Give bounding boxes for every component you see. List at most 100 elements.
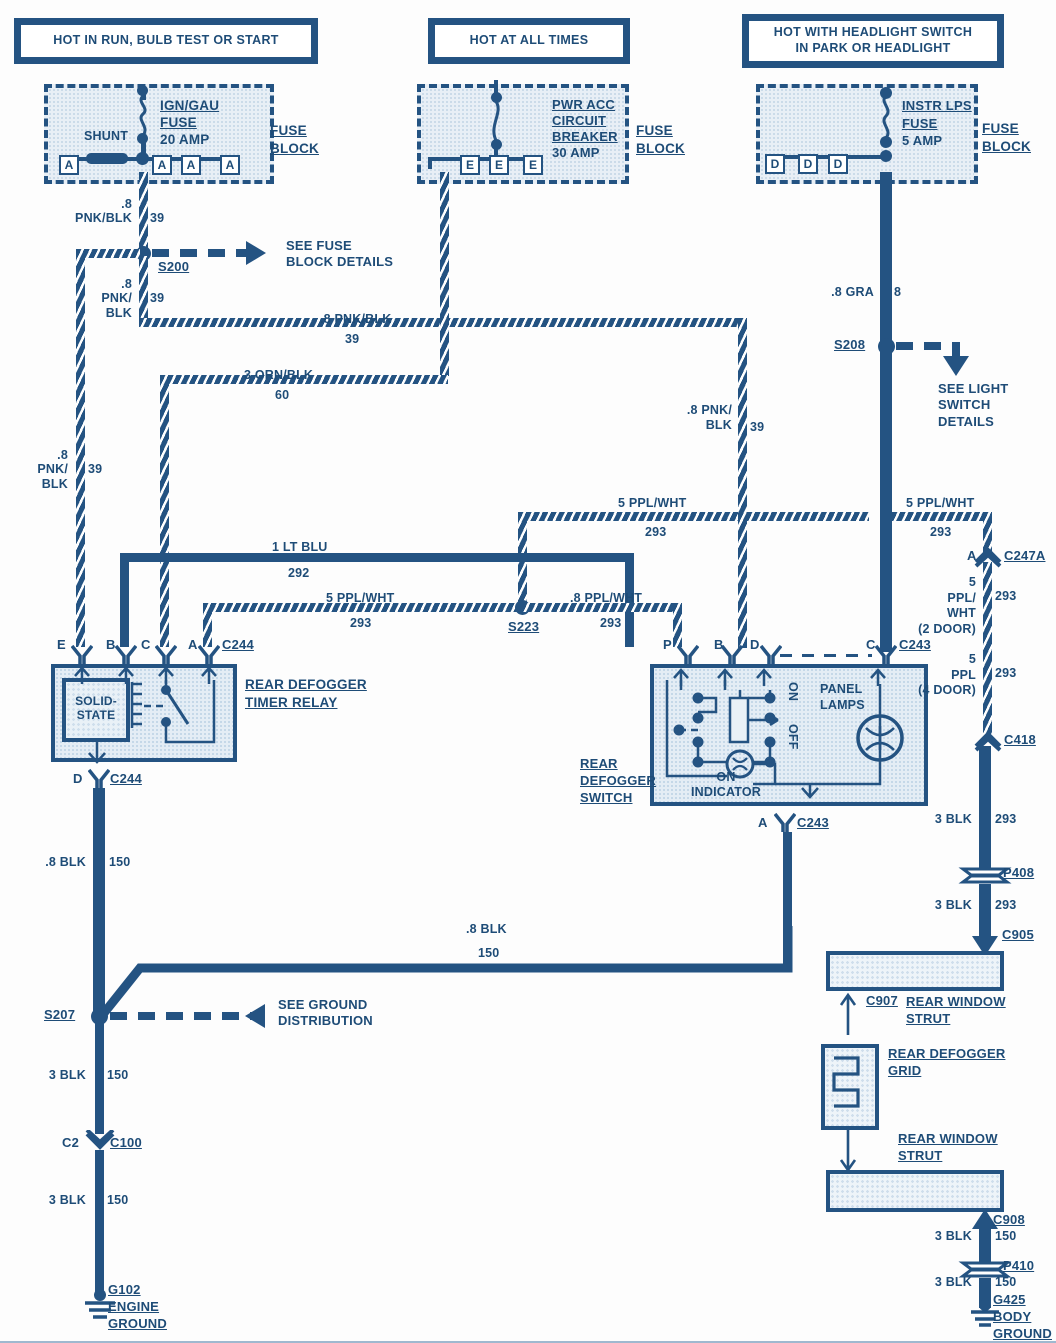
wire-label-pnkblk-mid-circuit: 39 (345, 332, 360, 346)
switch-pin-d-label: D (750, 637, 760, 652)
wire-blk-c418-to-p408 (979, 746, 991, 870)
wire-label-blk-p410-circuit: 150 (995, 1275, 1017, 1289)
wire-label-pplwht-ur-circuit: 293 (930, 525, 952, 539)
p410-label: P410 (1003, 1258, 1035, 1273)
banner-hot-in-run-label: HOT IN RUN, BULB TEST OR START (53, 33, 279, 48)
wire-blk-s207-to-c100 (95, 1022, 104, 1134)
wire-label-ltblu-circuit: 292 (288, 566, 310, 580)
switch-bottom-connector-label: C243 (797, 815, 829, 830)
wire-pplwht-upper-left-seg (518, 512, 738, 521)
relay-pin-d-label: D (73, 771, 83, 786)
wire-label-ornblk-gauge: 3 ORN/BLK (244, 368, 314, 382)
relay-internal-pin-arrows-icon (74, 666, 217, 684)
wire-s200-down (139, 256, 148, 318)
wire-label-pplwht-low-circuit: 293 (350, 616, 372, 630)
wire-label-s200-gauge: .8 (121, 277, 132, 291)
pointer-light-switch-arrow (943, 356, 969, 376)
shunt-label: SHUNT (84, 129, 129, 143)
fuse2-terminal-e2: E (489, 155, 509, 175)
splice-s207-label: S207 (44, 1007, 76, 1022)
wire-label-ornblk-circuit: 60 (275, 388, 290, 402)
wire-label-2door-gauge: 5 PPL/ WHT (2 DOOR) (918, 575, 976, 636)
wire-label-blk-c908-circuit: 150 (995, 1229, 1017, 1243)
wire-label-blk-relay-circuit: 150 (109, 855, 131, 869)
g425-label: G425 BODY GROUND (993, 1292, 1052, 1341)
wire-label-gra-circuit: 8 (894, 285, 902, 299)
fuse-block-2-label: FUSE BLOCK (636, 123, 685, 156)
wire-ltblu-left-drop (120, 553, 129, 647)
fuse-block-1-label: FUSE BLOCK (270, 123, 319, 156)
wire-ltblu-horizontal (120, 553, 634, 562)
wire-label-blk-s207-circuit: 150 (107, 1068, 129, 1082)
fuse2-breaker-l2: BREAKER (552, 129, 618, 144)
relay-bottom-connector-label: C244 (110, 771, 142, 786)
wire-label-pplwht-ul-circuit: 293 (645, 525, 667, 539)
wire-label-pnkblk-top-gauge: .8 (121, 197, 132, 211)
ref-see-light-switch-details: SEE LIGHT SWITCH DETAILS (938, 381, 1009, 429)
wire-blk-c100-to-g102 (95, 1150, 104, 1298)
relay-pin-a-label: A (188, 637, 198, 652)
wire-blk-switch-a-riser (783, 832, 792, 972)
wire-label-pplwht8-circuit: 293 (600, 616, 622, 630)
wire-label-blk-relay-gauge: .8 BLK (45, 855, 86, 869)
relay-terminal-a-icon (198, 644, 220, 664)
wire-label-pnkblk-top-color: PNK/BLK (75, 211, 132, 225)
wire-label-blk-c100-circuit: 150 (107, 1193, 129, 1207)
switch-terminal-a-icon (774, 812, 796, 832)
fuse1-terminal-a2: A (152, 155, 172, 175)
wire-label-pplwht8-gauge: .8 PPL/WHT (570, 591, 643, 605)
relay-terminal-b-icon (115, 644, 137, 664)
switch-pin-a-label: A (758, 815, 768, 830)
splice-s223-label: S223 (508, 619, 540, 634)
c418-label: C418 (1004, 732, 1036, 747)
wire-ornblk-down-to-relay-c (160, 375, 169, 647)
wire-label-blk-p410-gauge: 3 BLK (934, 1275, 972, 1289)
fuse3-terminal-d3: D (828, 154, 848, 174)
switch-connector-dashed-span (780, 654, 872, 657)
wire-pplwht-cross-seg (747, 512, 869, 521)
pointer-ground-distribution-line (110, 1012, 258, 1020)
wire-label-blk-c418-gauge: 3 BLK (934, 812, 972, 826)
relay-terminal-d-icon (88, 768, 110, 788)
rear-defogger-grid-element-icon (832, 1056, 860, 1108)
c908-label: C908 (993, 1212, 1025, 1227)
relay-top-connector-label: C244 (222, 637, 254, 652)
wire-label-pnkblk-right-circuit: 39 (750, 420, 765, 434)
wire-pplwht-low-drop-a (203, 603, 212, 647)
wire-label-4door-gauge: 5 PPL (4 DOOR) (918, 652, 976, 698)
fuse1-word: FUSE (160, 115, 197, 130)
relay-terminal-c-icon (155, 644, 177, 664)
g102-label: G102 ENGINE GROUND (108, 1282, 167, 1331)
wire-label-blk-c908-gauge: 3 BLK (934, 1229, 972, 1243)
relay-pin-e-label: E (57, 637, 66, 652)
fuse2-name: PWR ACC (552, 97, 616, 112)
wire-label-blk-c100-gauge: 3 BLK (48, 1193, 86, 1207)
fuse2-rail (428, 157, 534, 161)
wire-gra-from-fb3 (880, 172, 892, 344)
switch-terminal-b-icon (721, 644, 743, 664)
c905-label: C905 (1002, 927, 1034, 942)
rear-defogger-switch-label: REAR DEFOGGER SWITCH (580, 756, 656, 805)
fuse1-terminal-a4: A (220, 155, 240, 175)
fuse3-terminal-d1: D (765, 154, 785, 174)
shunt-resistor (86, 153, 128, 164)
fuse-block-3-label: FUSE BLOCK (982, 121, 1031, 154)
wire-pnkblk-right-down (738, 318, 747, 648)
wire-label-s200-circuit: 39 (150, 291, 165, 305)
relay-pin-c-label: C (141, 637, 151, 652)
rear-window-strut-top-box (826, 951, 1004, 991)
wire-s200-to-left (76, 249, 140, 258)
c907-arrow-icon (839, 992, 857, 1035)
fuse1-dot-top (137, 85, 148, 96)
grid-to-strut-arrow-icon (839, 1128, 857, 1173)
fuse3-word: FUSE (902, 116, 938, 131)
fuse1-rating: 20 AMP (160, 132, 210, 147)
wire-gra-s208-down (880, 348, 892, 652)
banner-hot-with-headlight-switch-label: HOT WITH HEADLIGHT SWITCH IN PARK OR HEA… (773, 25, 973, 55)
switch-on-indicator-label: ON INDICATOR (690, 770, 762, 800)
switch-panel-lamps-label: PANEL LAMPS (820, 682, 865, 712)
wire-pplwht-upper-right-seg (892, 512, 992, 521)
rear-defogger-timer-relay-label: REAR DEFOGGER TIMER RELAY (245, 677, 367, 710)
wire-label-pnkblk-left-gauge: .8 (57, 448, 68, 462)
switch-state-off-label: OFF (786, 724, 800, 750)
